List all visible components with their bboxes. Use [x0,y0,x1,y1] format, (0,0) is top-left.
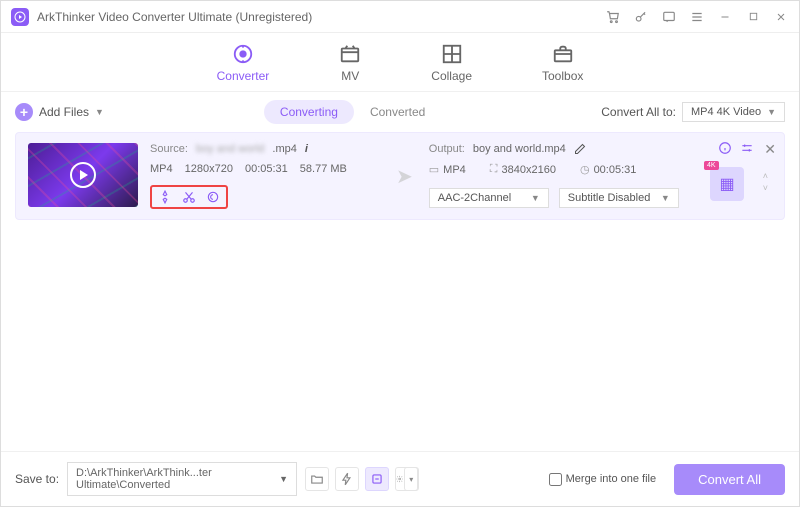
tab-mv-label: MV [341,69,359,83]
chevron-down-icon: ▼ [661,193,670,203]
tab-converted[interactable]: Converted [354,100,441,124]
output-format-value: MP4 4K Video [691,106,761,118]
source-size: 58.77 MB [300,163,347,175]
add-files-label: Add Files [39,105,89,119]
save-to-label: Save to: [15,472,59,486]
remove-file-icon[interactable]: ✕ [764,141,776,158]
play-icon [70,162,96,188]
maximize-icon[interactable] [745,9,761,25]
chevron-down-icon: ▼ [767,107,776,117]
reorder-arrows[interactable]: ˄˅ [763,171,768,193]
app-logo-icon [11,8,29,26]
chevron-up-icon: ˄ [763,171,768,181]
source-filename: boy and world [196,143,265,155]
status-tabs: Converting Converted [264,100,441,124]
format-preset-button[interactable]: ▦ [710,167,744,201]
toolbar: + Add Files ▼ Converting Converted Conve… [1,92,799,132]
tab-converter[interactable]: Converter [217,43,270,83]
toolbox-icon [552,43,574,65]
clock-icon: ◷ [580,163,590,176]
cut-icon[interactable] [182,190,196,204]
hardware-accel-icon[interactable] [335,467,359,491]
merge-checkbox[interactable]: Merge into one file [549,473,657,486]
save-path-dropdown[interactable]: D:\ArkThinker\ArkThink...ter Ultimate\Co… [67,462,297,496]
file-card: Source: boy and world.mp4 i MP4 1280x720… [15,132,785,220]
open-folder-icon[interactable] [305,467,329,491]
source-ext: .mp4 [272,143,296,155]
save-path-value: D:\ArkThinker\ArkThink...ter Ultimate\Co… [76,467,279,491]
file-list: Source: boy and world.mp4 i MP4 1280x720… [1,132,799,451]
converter-icon [232,43,254,65]
feedback-icon[interactable] [661,9,677,25]
resolution-icon: ⛶ [490,163,498,176]
titlebar: ArkThinker Video Converter Ultimate (Unr… [1,1,799,33]
video-icon: ▭ [429,163,439,176]
close-icon[interactable] [773,9,789,25]
mv-icon [339,43,361,65]
source-container: MP4 [150,163,173,175]
tab-toolbox-label: Toolbox [542,69,583,83]
chevron-down-icon: ▼ [531,193,540,203]
subtitle-dropdown[interactable]: Subtitle Disabled ▼ [559,188,679,208]
source-label: Source: [150,143,188,155]
key-icon[interactable] [633,9,649,25]
output-filename: boy and world.mp4 [473,143,566,155]
subtitle-value: Subtitle Disabled [568,192,651,204]
audio-dropdown[interactable]: AAC-2Channel ▼ [429,188,549,208]
rename-icon[interactable] [574,143,586,155]
chevron-down-icon: ˅ [763,183,768,193]
info-circle-icon[interactable] [718,141,732,155]
minimize-icon[interactable] [717,9,733,25]
chevron-down-icon: ▼ [279,474,288,484]
source-resolution: 1280x720 [185,163,233,175]
cart-icon[interactable] [605,9,621,25]
output-resolution: 3840x2160 [502,164,556,176]
output-label: Output: [429,143,465,155]
convert-all-to: Convert All to: MP4 4K Video ▼ [601,102,785,122]
tab-toolbox[interactable]: Toolbox [542,43,583,83]
edit-tools-highlighted [150,185,228,209]
merge-checkbox-input[interactable] [549,473,562,486]
audio-value: AAC-2Channel [438,192,511,204]
footer: Save to: D:\ArkThinker\ArkThink...ter Ul… [1,451,799,506]
plus-icon: + [15,103,33,121]
main-tabs: Converter MV Collage Toolbox [1,33,799,92]
settings-gear-icon[interactable]: ▾ [395,467,419,491]
video-thumbnail[interactable] [28,143,138,207]
convert-all-button[interactable]: Convert All [674,464,785,495]
output-container: MP4 [443,164,466,176]
edit-icon[interactable] [206,190,220,204]
document-icon: ▦ [719,174,734,194]
collage-icon [441,43,463,65]
convert-all-to-label: Convert All to: [601,105,676,119]
high-speed-icon[interactable] [365,467,389,491]
merge-label: Merge into one file [566,473,657,485]
tab-collage-label: Collage [431,69,472,83]
output-format-dropdown[interactable]: MP4 4K Video ▼ [682,102,785,122]
info-icon[interactable]: i [305,143,308,155]
window-title: ArkThinker Video Converter Ultimate (Unr… [37,10,605,24]
menu-icon[interactable] [689,9,705,25]
source-duration: 00:05:31 [245,163,288,175]
tab-mv[interactable]: MV [339,43,361,83]
arrow-right-icon: ➤ [396,164,413,189]
compress-icon[interactable] [158,190,172,204]
tab-converter-label: Converter [217,69,270,83]
tab-collage[interactable]: Collage [431,43,472,83]
add-files-button[interactable]: + Add Files ▼ [15,103,104,121]
output-duration: 00:05:31 [594,164,637,176]
source-column: Source: boy and world .mp4 i MP4 1280x720… [150,143,380,209]
chevron-down-icon: ▼ [95,107,104,117]
tab-converting[interactable]: Converting [264,100,354,124]
settings-sliders-icon[interactable] [740,141,754,155]
app-window: ArkThinker Video Converter Ultimate (Unr… [0,0,800,507]
